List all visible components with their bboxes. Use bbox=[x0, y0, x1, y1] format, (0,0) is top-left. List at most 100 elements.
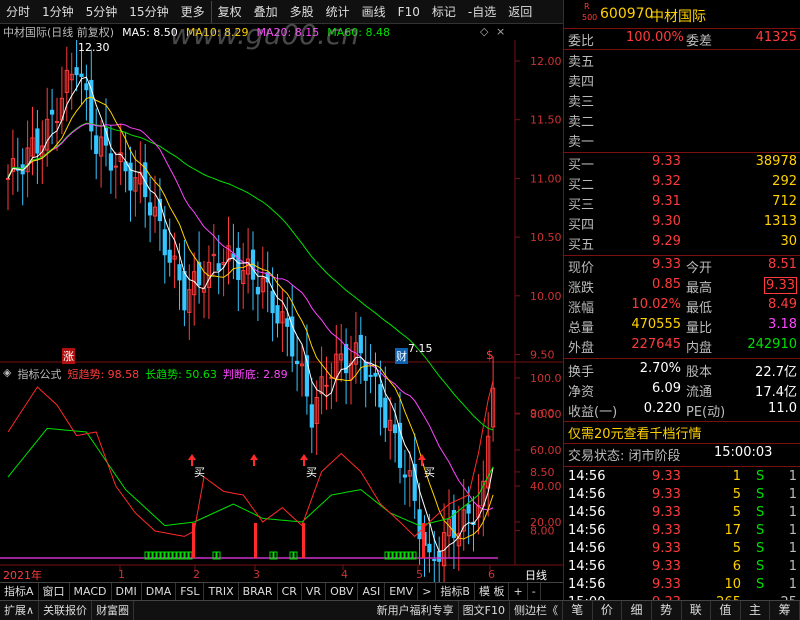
tick-count: 1 bbox=[788, 523, 797, 538]
promo-link[interactable]: 仅需20元查看千档行情 bbox=[568, 423, 702, 442]
num-badge: 500 bbox=[582, 13, 598, 22]
tab-cr[interactable]: CR bbox=[278, 583, 302, 600]
tab-dma[interactable]: DMA bbox=[142, 583, 177, 600]
quote-tabs: 笔 价 细 势 联 值 主 筹 bbox=[563, 600, 800, 620]
tab-fenshi[interactable]: 分时 bbox=[0, 1, 36, 23]
tab-5min[interactable]: 5分钟 bbox=[80, 1, 124, 23]
candle-body bbox=[427, 543, 432, 553]
buy-arrow-icon bbox=[300, 454, 308, 466]
add-pane-button[interactable]: + bbox=[509, 583, 528, 600]
tick-volume: 5 bbox=[732, 505, 741, 520]
sell2-label: 卖二 bbox=[568, 115, 595, 130]
graphic-f10-button[interactable]: 图文F10 bbox=[459, 601, 510, 620]
limit-up-marker[interactable]: 涨 bbox=[62, 348, 75, 364]
new-user-welfare-link[interactable]: 新用户福利专享 bbox=[373, 601, 459, 620]
tab-asi[interactable]: ASI bbox=[358, 583, 386, 600]
tab-indicator-a[interactable]: 指标A bbox=[0, 583, 39, 600]
price-tick-label: 11.00 bbox=[530, 172, 562, 185]
tick-side: S bbox=[756, 541, 765, 556]
related-quote-button[interactable]: 关联报价 bbox=[39, 601, 93, 620]
f10-button[interactable]: F10 bbox=[392, 1, 426, 23]
tab-trades[interactable]: 笔 bbox=[563, 601, 593, 620]
dollar-marker[interactable]: $ bbox=[486, 348, 494, 362]
volume-label: 总量 bbox=[568, 321, 595, 336]
tick-count: 1 bbox=[788, 505, 797, 520]
tab-window[interactable]: 窗口 bbox=[39, 583, 70, 600]
back-button[interactable]: 返回 bbox=[502, 1, 538, 23]
finance-marker[interactable]: 财 bbox=[395, 348, 408, 364]
eps-value: 0.220 bbox=[643, 401, 681, 416]
tab-15min[interactable]: 15分钟 bbox=[123, 1, 174, 23]
tab-dmi[interactable]: DMI bbox=[112, 583, 142, 600]
indicator-tick-label: 80.00 bbox=[530, 408, 562, 421]
tab-value[interactable]: 值 bbox=[711, 601, 741, 620]
tab-macd[interactable]: MACD bbox=[70, 583, 112, 600]
close-chart-icon[interactable]: × bbox=[496, 25, 505, 38]
low-price-label: 7.15 bbox=[408, 342, 433, 355]
draw-line-button[interactable]: 画线 bbox=[356, 1, 392, 23]
indicator-title[interactable]: 指标公式 bbox=[17, 366, 61, 382]
tab-vr[interactable]: VR bbox=[302, 583, 327, 600]
candle-body bbox=[275, 305, 280, 324]
tab-trend[interactable]: 势 bbox=[652, 601, 682, 620]
gear-icon[interactable]: ◈ bbox=[3, 366, 11, 382]
tab-detail[interactable]: 细 bbox=[622, 601, 652, 620]
period-label[interactable]: 日线 bbox=[525, 567, 547, 583]
tab-fsl[interactable]: FSL bbox=[176, 583, 205, 600]
pe-label: PE(动) bbox=[686, 405, 726, 420]
outer-value: 227645 bbox=[631, 337, 681, 352]
tab-link[interactable]: 联 bbox=[682, 601, 712, 620]
expand-button[interactable]: 扩展∧ bbox=[0, 601, 40, 620]
tick-row: 14:56 9.33 1 S 1 bbox=[564, 469, 800, 487]
tick-time: 14:56 bbox=[568, 577, 606, 592]
buy1-price: 9.33 bbox=[652, 154, 681, 169]
tab-chips[interactable]: 筹 bbox=[770, 601, 800, 620]
low-value: 8.49 bbox=[768, 297, 797, 312]
candle-body bbox=[437, 550, 442, 562]
tick-price: 9.33 bbox=[652, 469, 681, 484]
tab-brar[interactable]: BRAR bbox=[239, 583, 278, 600]
buy-arrow-icon bbox=[418, 454, 426, 466]
tab-more-arrow[interactable]: > bbox=[418, 583, 437, 600]
buy5-label: 买五 bbox=[568, 238, 595, 253]
tab-indicator-b[interactable]: 指标B bbox=[436, 583, 475, 600]
mark-button[interactable]: 标记 bbox=[426, 1, 462, 23]
inner-value: 242910 bbox=[747, 337, 797, 352]
float-value: 17.4亿 bbox=[755, 385, 797, 400]
time-tick-label: 1 bbox=[118, 568, 125, 581]
ma10-line bbox=[7, 96, 494, 540]
buy1-volume: 38978 bbox=[755, 154, 797, 169]
tick-volume: 1 bbox=[732, 469, 741, 484]
sidebar-toggle-button[interactable]: 侧边栏《 bbox=[510, 601, 563, 620]
tick-count: 1 bbox=[788, 559, 797, 574]
tab-price[interactable]: 价 bbox=[593, 601, 623, 620]
tick-side: S bbox=[756, 505, 765, 520]
ma60-line bbox=[7, 122, 494, 431]
long-trend-label: 长趋势: 50.63 bbox=[145, 368, 217, 381]
tick-volume: 5 bbox=[732, 487, 741, 502]
buy-label: 买 bbox=[424, 466, 435, 479]
tick-row: 14:56 9.33 10 S 1 bbox=[564, 577, 800, 595]
tick-price: 9.33 bbox=[652, 559, 681, 574]
indicator-tabs: 指标A 窗口 MACD DMI DMA FSL TRIX BRAR CR VR … bbox=[0, 582, 563, 600]
remove-pane-button[interactable]: - bbox=[528, 583, 541, 600]
candle-body bbox=[177, 264, 182, 281]
quote-panel: R 500 600970 中材国际 委比 100.00% 委差 41325 卖五… bbox=[563, 0, 800, 620]
remove-watchlist-button[interactable]: -自选 bbox=[462, 1, 502, 23]
candle-body bbox=[182, 270, 187, 311]
eps-label: 收益(一) bbox=[568, 405, 618, 420]
tab-main[interactable]: 主 bbox=[741, 601, 771, 620]
year-label: 2021年 bbox=[3, 569, 42, 582]
diamond-icon[interactable]: ◇ bbox=[480, 25, 488, 38]
tab-obv[interactable]: OBV bbox=[326, 583, 359, 600]
tab-1min[interactable]: 1分钟 bbox=[36, 1, 80, 23]
stock-code: 600970 bbox=[600, 6, 654, 22]
time-tick-label: 4 bbox=[341, 568, 348, 581]
tab-trix[interactable]: TRIX bbox=[204, 583, 239, 600]
tab-template[interactable]: 模 板 bbox=[475, 583, 510, 600]
high-value: 9.33 bbox=[764, 277, 797, 294]
candle-body bbox=[79, 73, 84, 77]
tab-emv[interactable]: EMV bbox=[385, 583, 419, 600]
price-tick-label: 9.50 bbox=[530, 349, 555, 362]
wealth-circle-button[interactable]: 财富圈 bbox=[92, 601, 135, 620]
